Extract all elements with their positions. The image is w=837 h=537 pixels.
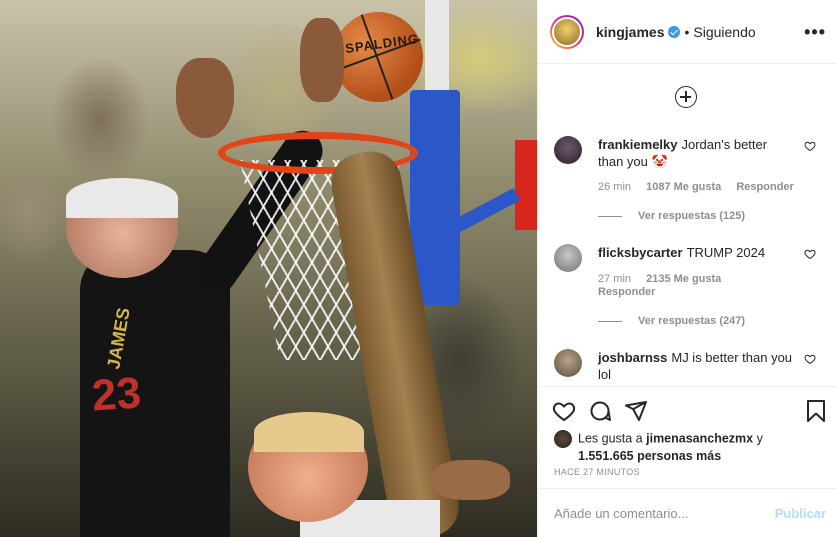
- publish-button[interactable]: Publicar: [775, 506, 826, 521]
- reply-button[interactable]: Responder: [736, 181, 793, 193]
- comment-meta: 26 min 1087 Me gusta Responder: [598, 180, 806, 194]
- player-hand-bottom: [432, 460, 510, 500]
- comment-likes[interactable]: 2135 Me gusta: [646, 273, 721, 285]
- comments-list[interactable]: frankiemelky Jordan's better than you 🤡 2…: [538, 64, 837, 386]
- comment-text-block: flicksbycarter TRUMP 2024: [598, 244, 794, 261]
- replies-line: [598, 320, 622, 322]
- comment-avatar[interactable]: [554, 244, 582, 272]
- action-bar: [538, 386, 837, 434]
- replies-line: [598, 215, 622, 217]
- comment-username[interactable]: frankiemelky: [598, 137, 678, 152]
- heart-icon[interactable]: [804, 140, 816, 152]
- reply-button[interactable]: Responder: [598, 286, 655, 298]
- likes-prefix: Les gusta a: [578, 431, 643, 446]
- edited-head-left: [66, 178, 178, 278]
- comment-avatar[interactable]: [554, 349, 582, 377]
- send-icon[interactable]: [624, 399, 648, 423]
- heart-icon[interactable]: [804, 353, 816, 365]
- comment-username[interactable]: flicksbycarter: [598, 245, 683, 260]
- add-comment-bar: Publicar: [538, 488, 837, 537]
- post-username[interactable]: kingjames: [596, 24, 664, 40]
- view-replies-button[interactable]: Ver respuestas (247): [598, 315, 745, 327]
- view-replies-label: Ver respuestas (247): [638, 315, 746, 327]
- blocking-hand: [300, 18, 344, 102]
- backboard-edge: [515, 140, 537, 230]
- likes-summary: Les gusta a jimenasanchezmx y 1.551.665 …: [554, 430, 824, 464]
- comment-meta: Responder: [598, 285, 667, 299]
- view-replies-label: Ver respuestas (125): [638, 210, 746, 222]
- comment-avatar[interactable]: [554, 136, 582, 164]
- hoop-pole: [425, 0, 449, 95]
- post-header: kingjames • Siguiendo •••: [538, 0, 837, 64]
- comment-time: 27 min: [598, 273, 632, 285]
- comment-text: TRUMP 2024: [686, 245, 766, 260]
- view-replies-button[interactable]: Ver respuestas (125): [598, 210, 745, 222]
- comment-icon[interactable]: [588, 399, 612, 423]
- likes-suffix: y: [756, 431, 763, 446]
- avatar-image: [552, 16, 582, 47]
- jersey-number: 23: [90, 368, 143, 421]
- heart-icon[interactable]: [552, 399, 576, 423]
- liker-avatar[interactable]: [554, 430, 572, 448]
- post-timestamp[interactable]: HACE 27 MINUTOS: [554, 467, 640, 477]
- following-button[interactable]: Siguiendo: [693, 24, 755, 40]
- comment-text-block: joshbarnss MJ is better than you lol: [598, 349, 794, 383]
- player-hand: [176, 58, 234, 138]
- plus-circle-icon[interactable]: [675, 86, 697, 108]
- bookmark-icon[interactable]: [804, 399, 828, 423]
- verified-badge-icon: [668, 25, 681, 38]
- profile-avatar[interactable]: [550, 14, 584, 49]
- comment-text-block: frankiemelky Jordan's better than you 🤡: [598, 136, 794, 170]
- comment-likes[interactable]: 1087 Me gusta: [646, 181, 721, 193]
- post-image[interactable]: JAMES 23 SPALDING: [0, 0, 537, 537]
- comment-username[interactable]: joshbarnss: [598, 350, 667, 365]
- edited-head-bottom: [248, 412, 368, 522]
- basketball: [333, 12, 423, 102]
- more-options-icon[interactable]: •••: [804, 22, 826, 43]
- comment-meta: 27 min 2135 Me gusta: [598, 272, 733, 286]
- post-sidebar: kingjames • Siguiendo ••• frankiemelky Jo…: [537, 0, 837, 537]
- comment-input[interactable]: [554, 505, 764, 521]
- comment-time: 26 min: [598, 181, 632, 193]
- heart-icon[interactable]: [804, 248, 816, 260]
- separator-dot: •: [684, 23, 690, 40]
- liker-username[interactable]: jimenasanchezmx: [646, 431, 753, 445]
- likes-count[interactable]: 1.551.665 personas más: [554, 448, 824, 464]
